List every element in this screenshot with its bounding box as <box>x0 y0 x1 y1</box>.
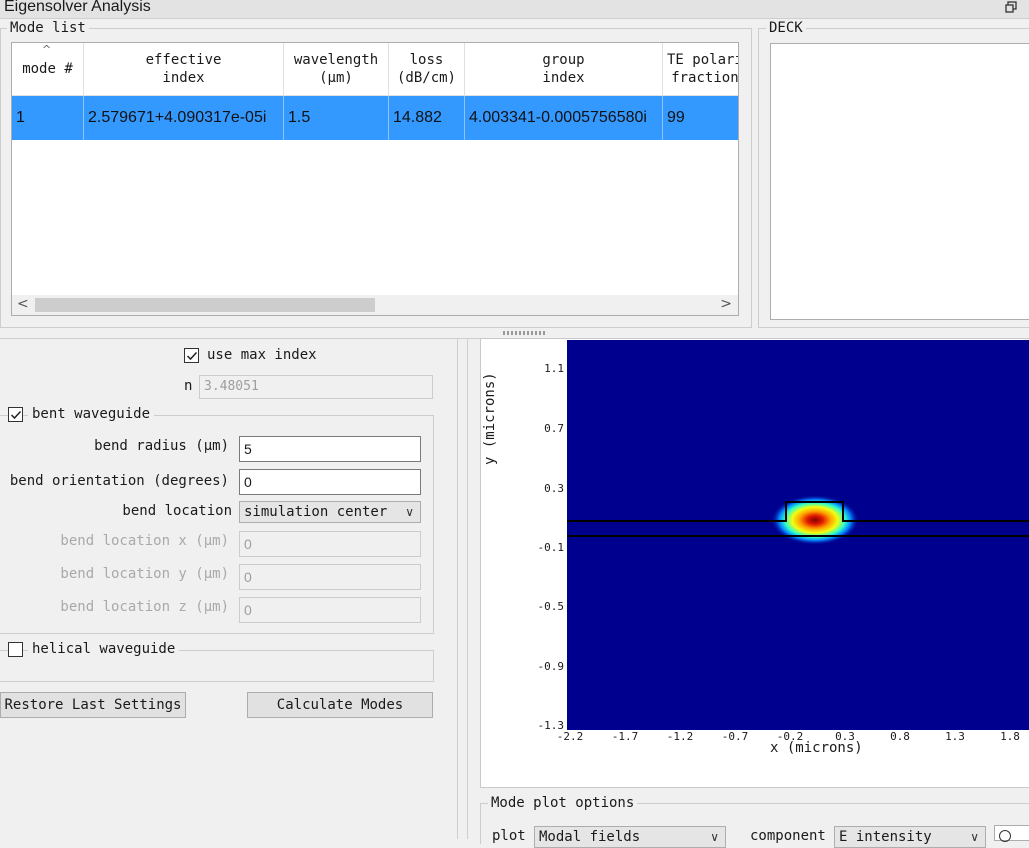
bend-orientation-field[interactable]: 0 <box>239 469 421 495</box>
plot-value: Modal fields <box>539 829 641 845</box>
restore-last-settings-button[interactable]: Restore Last Settings <box>0 692 186 718</box>
component-select[interactable]: E intensity ∨ <box>834 826 986 848</box>
chevron-down-icon: ∨ <box>970 830 979 844</box>
helical-waveguide-checkbox[interactable] <box>8 642 23 657</box>
y-tick-label: 0.7 <box>544 422 564 435</box>
y-tick-label: 0.3 <box>544 482 564 495</box>
horizontal-scrollbar[interactable]: < > <box>12 295 738 315</box>
column-header-te-fraction[interactable]: TE polari fraction <box>663 43 739 96</box>
table-row[interactable]: 1 2.579671+4.090317e-05i 1.5 14.882 4.00… <box>12 96 738 140</box>
column-header-label: TE polari fraction <box>667 52 739 86</box>
column-header-mode[interactable]: ^ mode # <box>12 43 84 96</box>
column-header-effective-index[interactable]: effective index <box>84 43 284 96</box>
x-tick-label: -1.2 <box>666 730 694 743</box>
panel-splitter[interactable] <box>0 328 1029 338</box>
cell-te-fraction: 99 <box>667 109 685 126</box>
chevron-down-icon: ∨ <box>710 830 719 844</box>
x-tick-label: 1.8 <box>1000 730 1020 743</box>
cell-group-index: 4.003341-0.0005756580i <box>465 96 663 140</box>
y-tick-label: -0.1 <box>537 541 565 554</box>
column-header-label: wavelength (μm) <box>293 52 379 86</box>
plot-label: plot <box>492 828 526 844</box>
use-max-index-label: use max index <box>207 347 317 363</box>
checkmark-icon <box>186 351 198 361</box>
helical-waveguide-label: helical waveguide <box>28 641 180 657</box>
bend-location-z-field: 0 <box>239 597 421 623</box>
bend-location-label: bend location <box>122 503 232 519</box>
restore-window-icon[interactable] <box>1005 1 1017 13</box>
component-label: component <box>750 828 826 844</box>
cell-mode: 1 <box>12 96 84 140</box>
calculate-modes-button[interactable]: Calculate Modes <box>247 692 433 718</box>
y-tick-label: -0.9 <box>537 660 565 673</box>
n-field: 3.48051 <box>199 375 433 399</box>
mode-field-heatmap[interactable] <box>567 340 1029 730</box>
column-header-label: loss (dB/cm) <box>396 52 456 86</box>
radio-button-icon[interactable] <box>999 830 1011 842</box>
y-tick-label: 1.1 <box>544 362 564 375</box>
column-header-wavelength[interactable]: wavelength (μm) <box>284 43 389 96</box>
x-tick-label: -2.2 <box>556 730 584 743</box>
title-bar: Eigensolver Analysis <box>0 0 1029 19</box>
bend-location-value: simulation center <box>244 504 388 520</box>
cell-loss: 14.882 <box>389 96 465 140</box>
scrollbar-thumb[interactable] <box>35 298 375 312</box>
x-tick-label: -0.2 <box>776 730 804 743</box>
x-tick-label: 0.8 <box>890 730 910 743</box>
checkmark-icon <box>10 410 22 420</box>
bend-location-y-label: bend location y (μm) <box>60 566 229 582</box>
cell-effective-index: 2.579671+4.090317e-05i <box>84 96 284 140</box>
splitter-grip-icon[interactable] <box>503 331 547 335</box>
chevron-down-icon: ∨ <box>405 505 414 519</box>
deck-legend: DECK <box>766 20 806 36</box>
bend-location-x-field: 0 <box>239 531 421 557</box>
divider <box>467 339 468 839</box>
y-tick-label: -0.5 <box>537 600 565 613</box>
sort-indicator-icon: ^ <box>42 43 52 56</box>
window-title: Eigensolver Analysis <box>4 0 151 15</box>
column-header-label: group index <box>542 52 585 86</box>
n-label: n <box>184 378 193 394</box>
bend-location-x-label: bend location x (μm) <box>60 533 229 549</box>
column-header-group-index[interactable]: group index <box>465 43 663 96</box>
scroll-left-icon[interactable]: < <box>17 296 29 312</box>
mode-table: ^ mode # effective index wavelength (μm)… <box>11 42 739 316</box>
y-axis-label: y (microns) <box>482 372 498 465</box>
cell-wavelength: 1.5 <box>284 96 389 140</box>
bend-location-z-label: bend location z (μm) <box>60 599 229 615</box>
x-tick-label: 1.3 <box>945 730 965 743</box>
mode-plot-options-legend: Mode plot options <box>488 795 638 811</box>
bend-location-y-field: 0 <box>239 564 421 590</box>
deck-list[interactable] <box>770 43 1029 320</box>
x-tick-label: -0.7 <box>721 730 749 743</box>
divider <box>457 339 458 839</box>
plot-select[interactable]: Modal fields ∨ <box>534 826 726 848</box>
bend-radius-label: bend radius (μm) <box>94 438 229 454</box>
use-max-index-checkbox[interactable] <box>184 348 199 363</box>
column-header-loss[interactable]: loss (dB/cm) <box>389 43 465 96</box>
bent-waveguide-label: bent waveguide <box>28 406 155 422</box>
bend-location-select[interactable]: simulation center ∨ <box>239 501 421 523</box>
component-value: E intensity <box>839 829 932 845</box>
bend-orientation-label: bend orientation (degrees) <box>9 473 229 489</box>
scroll-right-icon[interactable]: > <box>720 296 732 312</box>
x-tick-label: -1.7 <box>611 730 639 743</box>
column-header-label: effective index <box>145 52 222 86</box>
bent-waveguide-checkbox[interactable] <box>8 407 23 422</box>
mode-list-legend: Mode list <box>7 20 89 36</box>
x-tick-label: 0.3 <box>835 730 855 743</box>
column-header-label: mode # <box>22 61 73 77</box>
bend-radius-field[interactable]: 5 <box>239 436 421 462</box>
